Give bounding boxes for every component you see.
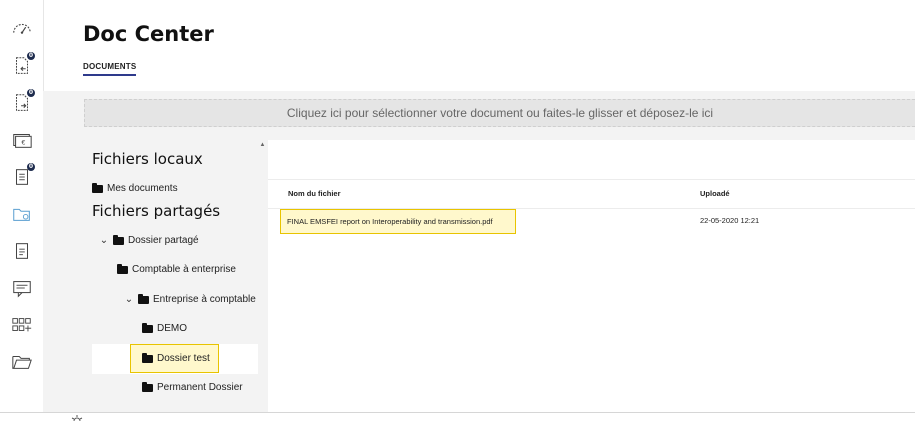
apps-item[interactable] (0, 312, 43, 338)
page-title: Doc Center (83, 22, 214, 46)
divider (268, 208, 915, 209)
tree-item-label: Permanent Dossier (157, 382, 243, 393)
documents-item[interactable] (0, 238, 43, 264)
tree-item-test-folder[interactable]: Dossier test (130, 344, 219, 373)
tree-item-label: Entreprise à comptable (153, 294, 256, 305)
tree-item-enterprise-to-accountant[interactable]: ⌄ Entreprise à comptable (123, 293, 256, 305)
folder-open-icon (11, 355, 32, 369)
folder-search-icon (12, 208, 30, 221)
messages-item[interactable] (0, 275, 43, 301)
tree-item-demo[interactable]: DEMO (142, 322, 187, 334)
folder-icon (142, 352, 153, 363)
tree-item-label: Dossier partagé (128, 235, 199, 246)
chevron-down-icon[interactable]: ⌄ (98, 235, 110, 246)
outgoing-docs-item[interactable]: 0 (0, 89, 43, 116)
scroll-up-arrow[interactable]: ▲ (258, 140, 267, 150)
tree-item-label: Mes documents (107, 183, 178, 194)
folder-icon (142, 322, 153, 333)
folder-icon (113, 234, 124, 245)
tree-item-accountant-to-enterprise[interactable]: Comptable à enterprise (117, 263, 236, 275)
left-rail: 0 0 € 0 (0, 0, 44, 412)
checklist-item[interactable]: 0 (0, 163, 43, 190)
chevron-down-icon[interactable]: ⌄ (123, 294, 135, 305)
folder-icon (117, 263, 128, 274)
incoming-docs-item[interactable]: 0 (0, 52, 43, 79)
invoice-icon: € (12, 133, 32, 148)
file-list-panel (268, 140, 915, 412)
folder-icon (92, 182, 103, 193)
upload-dropzone[interactable]: Cliquez ici pour sélectionner votre docu… (84, 99, 915, 127)
tab-documents[interactable]: DOCUMENTS (83, 62, 137, 76)
folder-icon (138, 293, 149, 304)
tree-item-label: Dossier test (157, 353, 210, 364)
tree-item-shared-folder[interactable]: ⌄ Dossier partagé (98, 234, 199, 246)
checklist-badge: 0 (27, 163, 35, 171)
document-icon (15, 243, 28, 259)
column-header-uploaded[interactable]: Uploadé (700, 189, 730, 198)
settings-icon[interactable] (70, 413, 84, 421)
folder-icon (142, 381, 153, 392)
apps-icon (11, 318, 31, 332)
message-icon (12, 281, 31, 298)
outgoing-badge: 0 (27, 89, 35, 97)
dashboard-item[interactable] (0, 16, 43, 42)
svg-text:€: € (21, 139, 25, 147)
folders-item[interactable] (0, 349, 43, 375)
tree-item-my-documents[interactable]: Mes documents (92, 182, 178, 194)
invoices-item[interactable]: € (0, 127, 43, 153)
file-name-link[interactable]: FINAL EMSFEI report on Interoperability … (280, 209, 516, 234)
tree-item-label: DEMO (157, 323, 187, 334)
tree-item-label: Comptable à enterprise (132, 264, 236, 275)
divider (268, 179, 915, 180)
gauge-icon (12, 23, 31, 34)
incoming-badge: 0 (27, 52, 35, 60)
folder-search-item[interactable] (0, 201, 43, 227)
file-upload-date: 22-05-2020 12:21 (700, 216, 760, 225)
shared-files-heading: Fichiers partagés (92, 202, 221, 220)
tree-item-permanent-folder[interactable]: Permanent Dossier (142, 381, 243, 393)
local-files-heading: Fichiers locaux (92, 150, 203, 168)
column-header-name[interactable]: Nom du fichier (288, 189, 341, 198)
